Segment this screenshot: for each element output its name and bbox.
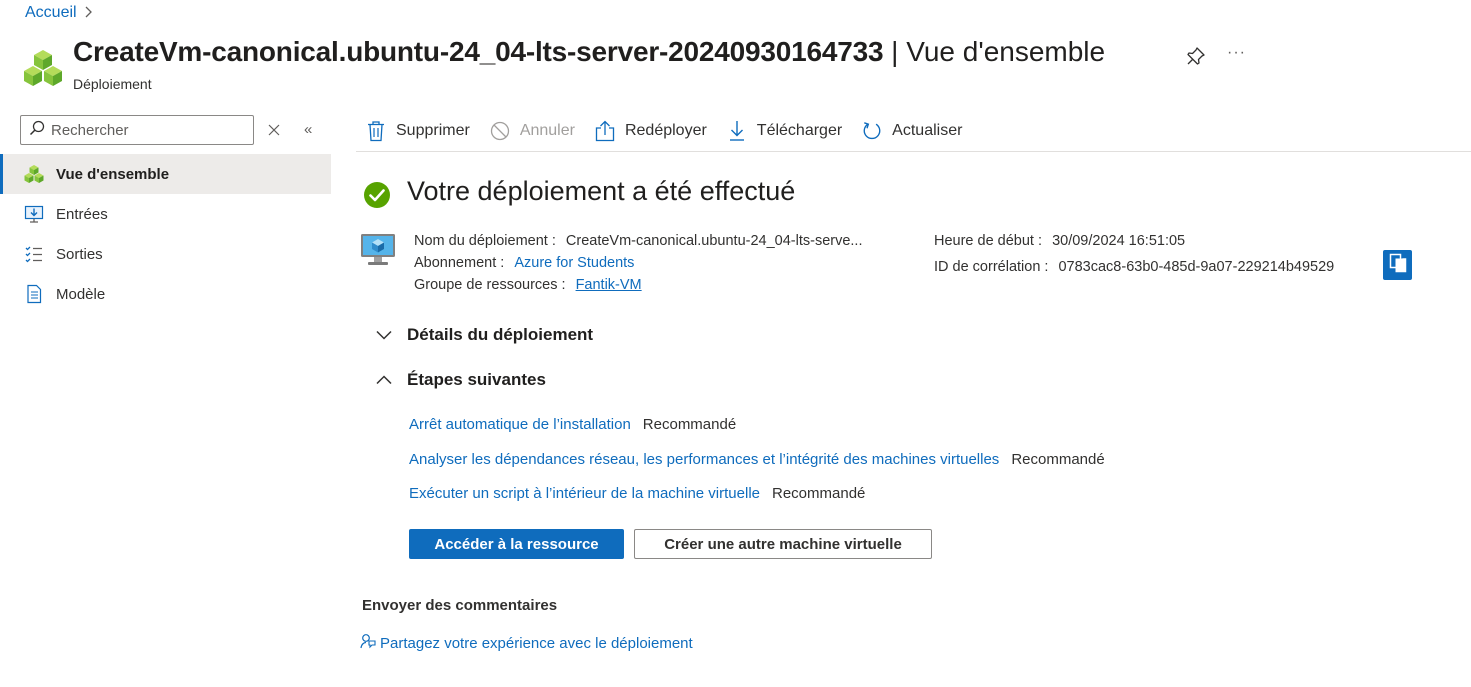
download-label: Télécharger [756,121,843,139]
cancel-button[interactable]: Annuler [490,111,575,151]
nav-item-label: Sorties [56,245,103,263]
deployment-name-row: Nom du déploiement : CreateVm-canonical.… [414,230,862,252]
correlation-label: ID de corrélation : [934,259,1049,275]
breadcrumb-home-link[interactable]: Accueil [25,4,77,22]
virtual-machine-icon [360,232,396,268]
nav-item-outputs[interactable]: Sorties [0,234,331,274]
deployment-name-label: Nom du déploiement : [414,233,556,249]
next-step-link[interactable]: Exécuter un script à l’intérieur de la m… [409,485,760,502]
recommended-tag: Recommandé [642,416,737,433]
chevron-up-icon [374,370,394,390]
page-subtitle: Déploiement [73,76,152,92]
collapse-nav-icon[interactable]: « [304,121,312,138]
deployment-name-title: CreateVm-canonical.ubuntu-24_04-lts-serv… [73,36,884,67]
pin-icon[interactable] [1186,46,1206,66]
feedback-link[interactable]: Partagez votre expérience avec le déploi… [360,633,693,653]
recommended-tag: Recommandé [1011,451,1105,468]
resource-group-row: Groupe de ressources : Fantik-VM [414,274,862,296]
more-options-icon[interactable]: ··· [1227,44,1246,62]
deployment-status-title: Votre déploiement a été effectué [407,176,796,206]
nav-item-overview[interactable]: Vue d'ensemble [0,154,331,194]
start-time-label: Heure de début : [934,233,1043,249]
nav-item-inputs[interactable]: Entrées [0,194,331,234]
start-time-value: 30/09/2024 16:51:05 [1052,233,1186,249]
deployment-name-value: CreateVm-canonical.ubuntu-24_04-lts-serv… [565,233,863,249]
deployment-info-left: Nom du déploiement : CreateVm-canonical.… [414,230,862,296]
nav-item-label: Vue d'ensemble [56,165,170,183]
copy-correlation-button[interactable] [1383,250,1412,280]
document-icon [24,284,44,304]
download-icon [727,120,747,142]
chevron-right-icon [85,5,93,22]
refresh-label: Actualiser [892,121,963,139]
go-to-resource-button[interactable]: Accéder à la ressource [409,529,624,559]
resource-group-label: Groupe de ressources : [414,277,566,293]
feedback-person-icon [360,633,376,653]
view-title: Vue d'ensemble [906,36,1106,67]
correlation-value: 0783cac8-63b0-485d-9a07-229214b49529 [1058,259,1335,275]
search-field[interactable] [20,115,254,145]
next-step-item: Arrêt automatique de l’installation Recom… [409,416,736,433]
next-steps-toggle[interactable]: Étapes suivantes [374,370,546,390]
redeploy-label: Redéployer [624,121,707,139]
cancel-label: Annuler [519,121,575,139]
breadcrumb: Accueil [25,4,93,22]
create-another-vm-button[interactable]: Créer une autre machine virtuelle [634,529,932,559]
deployment-details-toggle[interactable]: Détails du déploiement [374,325,593,345]
next-steps-label: Étapes suivantes [407,370,546,389]
upload-icon [595,120,615,142]
cubes-icon [24,164,44,184]
refresh-button[interactable]: Actualiser [862,111,962,151]
start-time-row: Heure de début : 30/09/2024 16:51:05 [934,230,1334,252]
download-button[interactable]: Télécharger [727,111,842,151]
cancel-icon [490,120,510,142]
deployment-cubes-icon [23,48,63,88]
next-step-item: Exécuter un script à l’intérieur de la m… [409,485,865,502]
nav-item-label: Entrées [56,205,108,223]
next-step-item: Analyser les dépendances réseau, les per… [409,451,1105,468]
redeploy-button[interactable]: Redéployer [595,111,707,151]
subscription-row: Abonnement : Azure for Students [414,252,862,274]
refresh-icon [862,120,882,142]
nav-item-label: Modèle [56,285,106,303]
checklist-icon [24,244,44,264]
deployment-info-right: Heure de début : 30/09/2024 16:51:05 ID … [934,230,1334,278]
nav-item-template[interactable]: Modèle [0,274,331,314]
command-bar: Supprimer Annuler Redéployer Télécharger [356,110,1471,152]
page-title: CreateVm-canonical.ubuntu-24_04-lts-serv… [73,36,1105,68]
next-step-link[interactable]: Analyser les dépendances réseau, les per… [409,451,999,468]
deployment-details-label: Détails du déploiement [407,325,594,344]
feedback-link-label: Partagez votre expérience avec le déploi… [380,634,693,652]
chevron-down-icon [374,325,394,345]
search-icon [29,120,45,141]
delete-label: Supprimer [396,121,470,139]
resource-group-link[interactable]: Fantik-VM [576,277,642,293]
search-input[interactable] [51,121,241,139]
recommended-tag: Recommandé [772,485,866,502]
feedback-title: Envoyer des commentaires [362,597,558,614]
trash-icon [366,120,386,142]
nav-list: Vue d'ensemble Entrées Sorties Modèle [0,154,331,314]
correlation-row: ID de corrélation : 0783cac8-63b0-485d-9… [934,256,1334,278]
monitor-input-icon [24,204,44,224]
subscription-link[interactable]: Azure for Students [514,255,634,271]
success-check-icon [363,181,391,209]
delete-button[interactable]: Supprimer [366,111,470,151]
next-step-link[interactable]: Arrêt automatique de l’installation [409,416,631,433]
copy-icon [1389,253,1407,278]
subscription-label: Abonnement : [414,255,505,271]
clear-search-icon[interactable] [266,120,282,140]
title-separator: | [883,36,907,67]
